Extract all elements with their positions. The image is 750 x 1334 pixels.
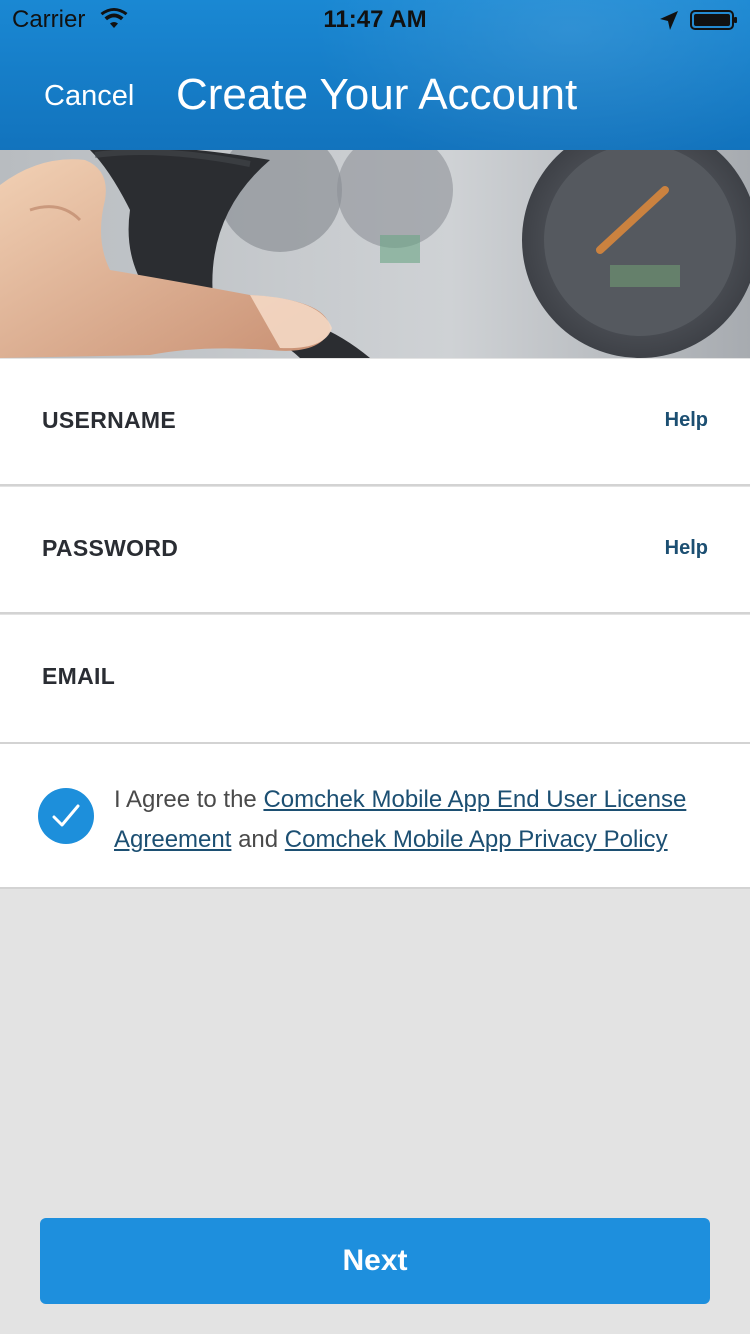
location-arrow-icon: [660, 11, 678, 30]
username-help-link[interactable]: Help: [665, 409, 708, 432]
app-header: Carrier 11:47 AM Cancel Create Your Acco…: [0, 0, 750, 150]
agreement-row: I Agree to the Comchek Mobile App End Us…: [0, 744, 750, 889]
agreement-conjunction: and: [231, 826, 285, 853]
hero-image: [0, 150, 750, 358]
status-bar: Carrier 11:47 AM: [0, 0, 750, 40]
password-label: PASSWORD: [42, 535, 179, 561]
agreement-checkbox[interactable]: [38, 788, 94, 844]
email-row: EMAIL: [0, 615, 750, 744]
username-row: USERNAME Help: [0, 359, 750, 486]
email-input[interactable]: [200, 645, 644, 713]
username-label: USERNAME: [42, 407, 177, 433]
email-label: EMAIL: [42, 663, 116, 689]
agreement-text: I Agree to the Comchek Mobile App End Us…: [114, 780, 714, 860]
privacy-policy-link[interactable]: Comchek Mobile App Privacy Policy: [285, 826, 668, 853]
battery-full-icon: [690, 10, 737, 30]
password-help-link[interactable]: Help: [665, 537, 708, 560]
next-button[interactable]: Next: [40, 1218, 710, 1304]
username-input[interactable]: [200, 389, 644, 457]
agreement-prefix: I Agree to the: [114, 786, 264, 813]
clock-time: 11:47 AM: [323, 6, 427, 33]
password-input[interactable]: [200, 517, 644, 585]
checkmark-icon: [52, 804, 80, 827]
page-title: Create Your Account: [176, 70, 578, 119]
password-row: PASSWORD Help: [0, 487, 750, 614]
steering-wheel-illustration: [0, 150, 750, 358]
cancel-button[interactable]: Cancel: [44, 80, 134, 113]
